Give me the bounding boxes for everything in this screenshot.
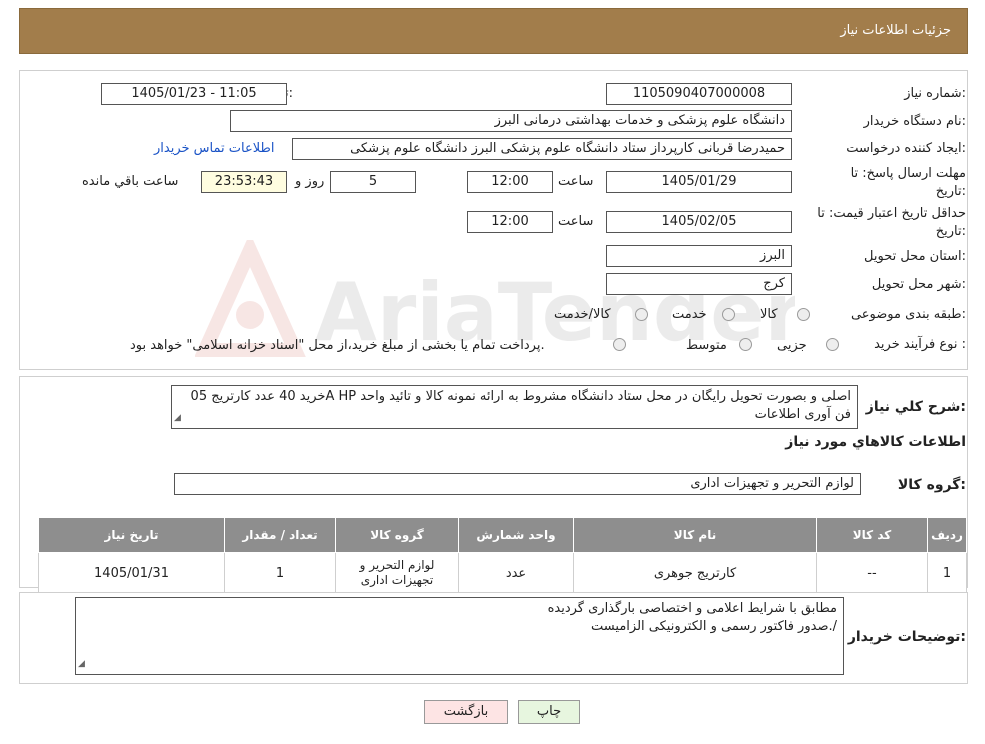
send-deadline-label: مهلت ارسال پاسخ: تا xyxy=(850,166,966,181)
col-name: نام کالا xyxy=(573,517,817,553)
description-textarea[interactable]: خرید 40 عدد کارتریج 05A HP اصلی و بصورت … xyxy=(171,385,858,429)
need-number-label: شماره نیاز: xyxy=(904,86,966,101)
send-deadline-time: 12:00 xyxy=(467,171,553,193)
print-button[interactable]: چاپ xyxy=(518,700,580,724)
price-validity-label: حداقل تاریخ اعتبار قیمت: تا xyxy=(817,206,966,221)
page-title: جزئیات اطلاعات نیاز xyxy=(840,23,951,38)
category-option-goods: کالا xyxy=(760,307,778,322)
price-validity-date: 1405/02/05 xyxy=(606,211,792,233)
goods-group-label: گروه کالا: xyxy=(897,477,966,493)
category-radio-goods[interactable] xyxy=(797,308,810,321)
resize-grip-icon[interactable]: ◢ xyxy=(174,409,181,427)
creator-label: ایجاد کننده درخواست: xyxy=(846,141,966,156)
time-remaining-label: ساعت باقي مانده xyxy=(82,174,179,189)
description-label: شرح کلي نياز: xyxy=(865,399,966,415)
buyer-contact-link[interactable]: اطلاعات تماس خریدار xyxy=(154,141,274,156)
purchase-treasury-note: پرداخت تمام یا بخشی از مبلغ خرید،از محل … xyxy=(130,338,545,353)
buyer-notes-label: توضیحات خریدار: xyxy=(847,629,966,645)
col-code: کد کالا xyxy=(816,517,928,553)
cell-date: 1405/01/31 xyxy=(38,552,225,594)
purchase-option-minor: جزیی xyxy=(777,338,807,353)
col-date: تاریخ نیاز xyxy=(38,517,225,553)
items-table: ردیف کد کالا نام کالا واحد شمارش گروه کا… xyxy=(38,517,967,594)
need-number-field: 1105090407000008 xyxy=(606,83,792,105)
col-unit: واحد شمارش xyxy=(458,517,574,553)
province-field: البرز xyxy=(606,245,792,267)
purchase-radio-minor[interactable] xyxy=(826,338,839,351)
cell-index: 1 xyxy=(927,552,967,594)
city-field: کرج xyxy=(606,273,792,295)
cell-qty: 1 xyxy=(224,552,336,594)
description-text: خرید 40 عدد کارتریج 05A HP اصلی و بصورت … xyxy=(190,389,851,422)
purchase-option-medium: متوسط xyxy=(686,338,727,353)
table-row: 1 -- کارتریج جوهری عدد لوازم التحریر و ت… xyxy=(38,552,967,594)
buyer-notes-line-1: مطابق با شرایط اعلامی و اختصاصی بارگذاری… xyxy=(547,601,837,616)
province-label: استان محل تحویل: xyxy=(864,249,966,264)
page-header: جزئیات اطلاعات نیاز xyxy=(19,8,968,54)
items-table-header: ردیف کد کالا نام کالا واحد شمارش گروه کا… xyxy=(38,517,967,553)
category-option-service: خدمت xyxy=(672,307,707,322)
days-remaining: 5 xyxy=(330,171,416,193)
days-label: روز و xyxy=(295,174,325,189)
goods-group-field: لوازم التحریر و تجهیزات اداری xyxy=(174,473,861,495)
price-validity-time: 12:00 xyxy=(467,211,553,233)
cell-code: -- xyxy=(816,552,928,594)
back-button[interactable]: بازگشت xyxy=(424,700,508,724)
cell-unit: عدد xyxy=(458,552,574,594)
time-remaining: 23:53:43 xyxy=(201,171,287,193)
purchase-radio-medium[interactable] xyxy=(739,338,752,351)
purchase-radio-treasury[interactable] xyxy=(613,338,626,351)
category-option-goods-service: کالا/خدمت xyxy=(554,307,611,322)
price-validity-time-label: ساعت xyxy=(558,214,594,229)
send-deadline-label-2: تاریخ: xyxy=(935,184,966,199)
send-deadline-date: 1405/01/29 xyxy=(606,171,792,193)
category-label: طبقه بندی موضوعی: xyxy=(850,307,966,322)
city-label: شهر محل تحویل: xyxy=(871,277,966,292)
items-section-title: اطلاعات کالاهاي مورد نياز xyxy=(785,434,966,450)
buyer-org-label: نام دستگاه خریدار: xyxy=(863,114,966,129)
buyer-notes-textarea[interactable]: مطابق با شرایط اعلامی و اختصاصی بارگذاری… xyxy=(75,597,844,675)
buyer-notes-line-2: صدور فاکتور رسمی و الکترونیکی الزامیست./ xyxy=(591,619,837,634)
buyer-org-field: دانشگاه علوم پزشکی و خدمات بهداشتی درمان… xyxy=(230,110,792,132)
price-validity-label-2: تاریخ: xyxy=(935,224,966,239)
cell-name: کارتریج جوهری xyxy=(573,552,817,594)
resize-grip-icon[interactable]: ◢ xyxy=(78,655,85,673)
col-group: گروه کالا xyxy=(335,517,459,553)
creator-field: حمیدرضا قربانی کارپرداز ستاد دانشگاه علو… xyxy=(292,138,792,160)
send-deadline-time-label: ساعت xyxy=(558,174,594,189)
col-index: ردیف xyxy=(927,517,967,553)
items-table-wrapper: ردیف کد کالا نام کالا واحد شمارش گروه کا… xyxy=(38,517,967,594)
category-radio-goods-service[interactable] xyxy=(635,308,648,321)
announce-field: 1405/01/23 - 11:05 xyxy=(101,83,287,105)
col-qty: تعداد / مقدار xyxy=(224,517,336,553)
category-radio-service[interactable] xyxy=(722,308,735,321)
purchase-type-label: نوع فرآیند خرید : xyxy=(874,337,966,352)
cell-group: لوازم التحریر و تجهیزات اداری xyxy=(335,552,459,594)
